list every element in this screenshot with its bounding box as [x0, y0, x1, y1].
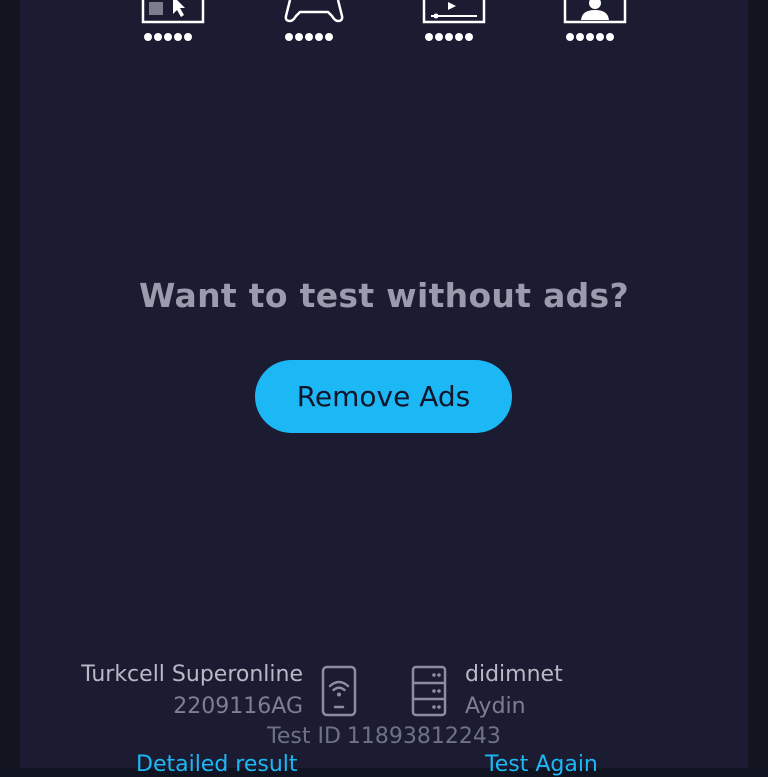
phone-wifi-icon: [321, 665, 357, 717]
rating-video-streaming: [422, 0, 486, 50]
video-streaming-icon: [422, 0, 486, 24]
experience-rating-row: [20, 0, 748, 50]
remove-ads-button[interactable]: Remove Ads: [255, 360, 512, 433]
isp-name: Turkcell Superonline: [81, 662, 303, 687]
rating-dots: [285, 33, 333, 41]
rating-dots: [425, 33, 473, 41]
test-id-label: Test ID: [267, 724, 341, 749]
test-again-link[interactable]: Test Again: [485, 752, 598, 777]
gaming-controller-icon: [284, 0, 344, 23]
test-id: Test ID 11893812243: [20, 724, 748, 749]
video-call-icon: [563, 0, 627, 24]
server-city: Aydin: [465, 694, 526, 719]
remove-ads-prompt: Want to test without ads?: [139, 276, 629, 315]
results-screen: Want to test without ads? Remove Ads Tur…: [20, 0, 748, 777]
rating-dots: [144, 33, 192, 41]
server-name: didimnet: [465, 662, 563, 687]
rating-dots: [566, 33, 614, 41]
screen-edge-right: [748, 0, 768, 768]
rating-web-browsing: [141, 0, 205, 50]
detailed-result-link[interactable]: Detailed result: [136, 752, 298, 777]
rating-video-call: [563, 0, 627, 50]
web-browsing-icon: [141, 0, 205, 24]
test-id-value: 11893812243: [346, 724, 501, 749]
isp-ip-address: 2209116AG: [173, 694, 303, 719]
screen-edge-left: [0, 0, 20, 768]
server-icon: [411, 665, 447, 717]
rating-gaming: [282, 0, 346, 50]
